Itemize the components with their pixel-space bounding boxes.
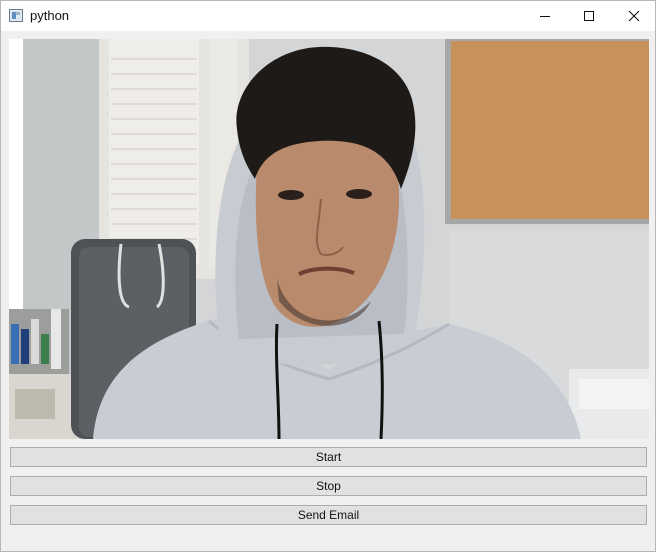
maximize-button[interactable] xyxy=(566,1,612,31)
webcam-frame-image xyxy=(9,39,649,439)
start-button[interactable]: Start xyxy=(10,447,647,467)
app-icon xyxy=(9,9,23,22)
desktop-edge-bottom xyxy=(0,552,660,556)
title-bar[interactable]: python xyxy=(1,1,655,31)
stop-button[interactable]: Stop xyxy=(10,476,647,496)
maximize-icon xyxy=(584,11,594,21)
close-icon xyxy=(628,10,640,22)
send-email-button[interactable]: Send Email xyxy=(10,505,647,525)
minimize-button[interactable] xyxy=(522,1,568,31)
window-title: python xyxy=(30,8,70,23)
webcam-video-feed xyxy=(9,39,649,439)
desktop-edge xyxy=(656,0,660,556)
minimize-icon xyxy=(540,16,550,17)
app-window: python Start Stop Send Email xyxy=(0,0,656,552)
close-button[interactable] xyxy=(611,1,657,31)
